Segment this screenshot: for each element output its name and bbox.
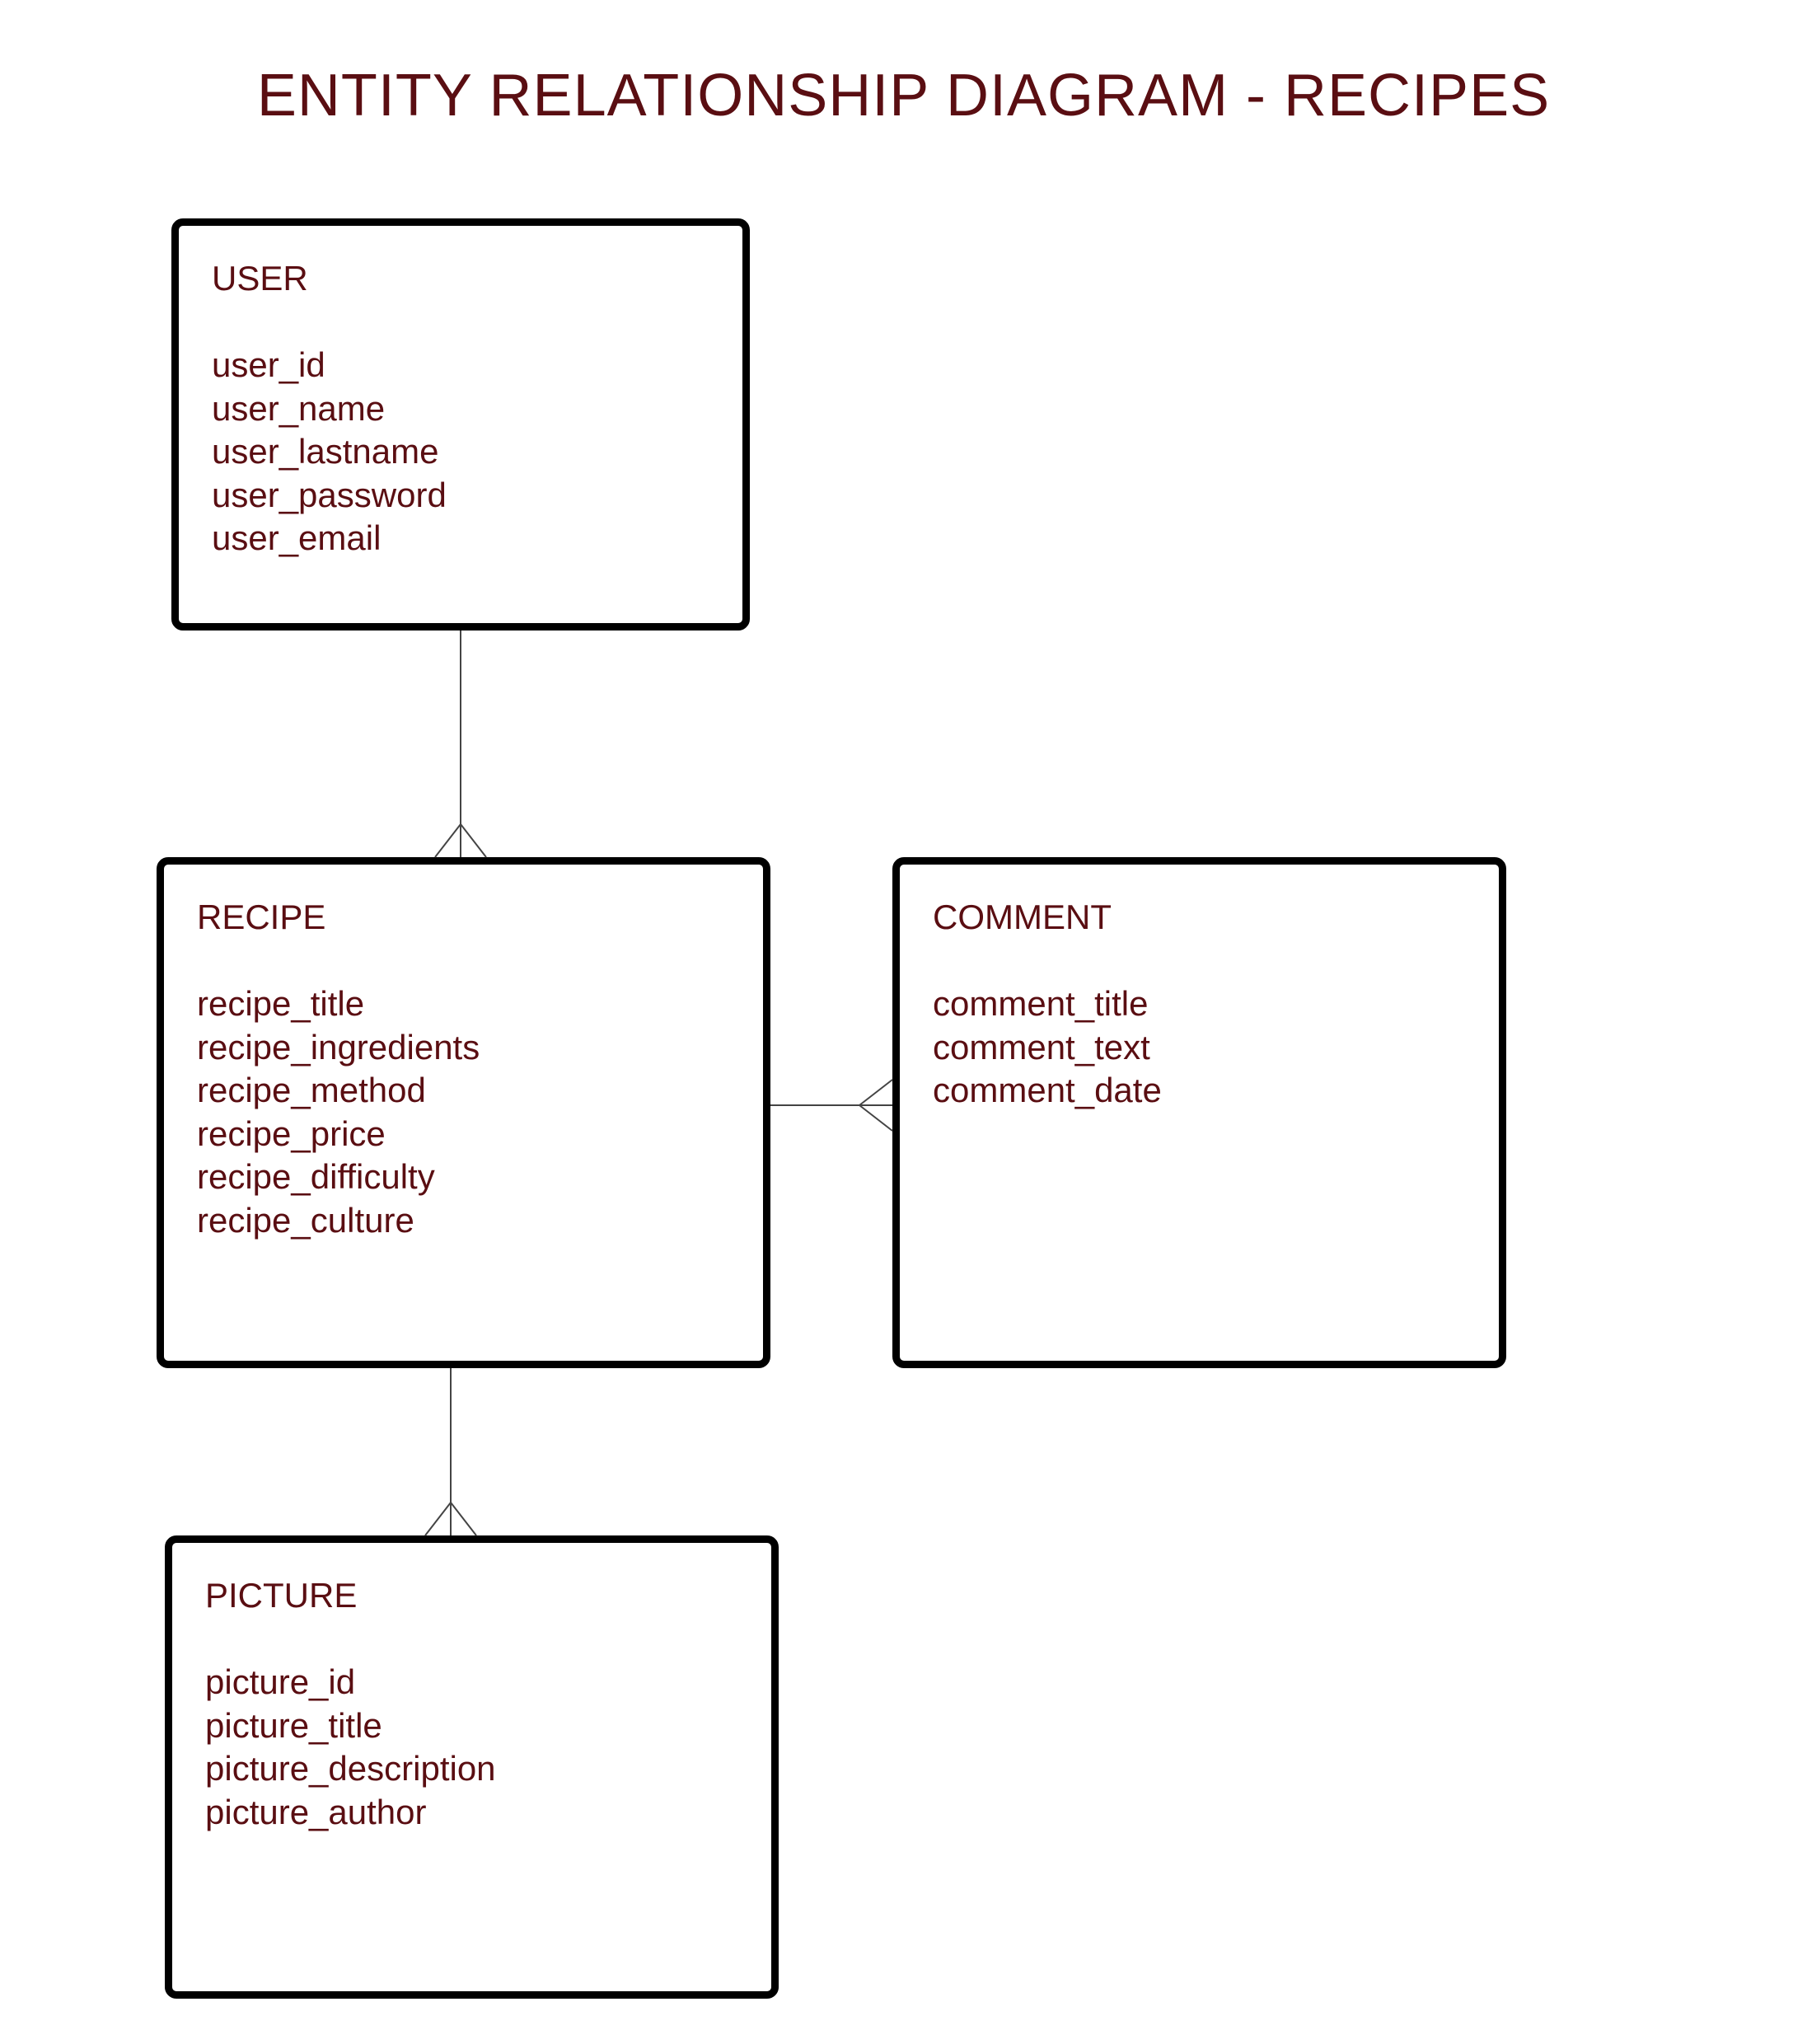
entity-comment-field: comment_title — [933, 982, 1466, 1026]
entity-user-name: USER — [212, 259, 709, 298]
entity-user-field: user_lastname — [212, 430, 709, 474]
entity-picture: PICTURE picture_id picture_title picture… — [165, 1535, 779, 1999]
entity-recipe-name: RECIPE — [197, 898, 730, 937]
entity-comment-field: comment_date — [933, 1069, 1466, 1113]
entity-user: USER user_id user_name user_lastname use… — [171, 218, 750, 631]
entity-picture-name: PICTURE — [205, 1576, 738, 1615]
crowfoot-icon — [859, 1080, 892, 1131]
crowfoot-icon — [435, 824, 486, 857]
entity-comment-field: comment_text — [933, 1026, 1466, 1070]
entity-comment-name: COMMENT — [933, 898, 1466, 937]
entity-recipe-field: recipe_method — [197, 1069, 730, 1113]
entity-recipe-field: recipe_ingredients — [197, 1026, 730, 1070]
entity-recipe-field: recipe_culture — [197, 1199, 730, 1243]
entity-user-field: user_email — [212, 517, 709, 560]
entity-picture-field: picture_description — [205, 1747, 738, 1791]
entity-recipe: RECIPE recipe_title recipe_ingredients r… — [157, 857, 770, 1368]
entity-picture-field: picture_title — [205, 1704, 738, 1748]
connector-recipe-comment — [770, 1104, 868, 1106]
entity-recipe-field: recipe_title — [197, 982, 730, 1026]
entity-picture-field: picture_author — [205, 1791, 738, 1835]
connector-recipe-picture — [450, 1368, 452, 1511]
entity-comment: COMMENT comment_title comment_text comme… — [892, 857, 1506, 1368]
entity-recipe-field: recipe_price — [197, 1113, 730, 1156]
entity-user-field: user_password — [212, 474, 709, 518]
entity-user-field: user_id — [212, 344, 709, 387]
entity-recipe-field: recipe_difficulty — [197, 1156, 730, 1199]
entity-user-field: user_name — [212, 387, 709, 431]
diagram-title: ENTITY RELATIONSHIP DIAGRAM - RECIPES — [0, 62, 1807, 129]
crowfoot-icon — [425, 1503, 476, 1535]
entity-picture-field: picture_id — [205, 1661, 738, 1704]
connector-user-recipe — [460, 631, 461, 832]
